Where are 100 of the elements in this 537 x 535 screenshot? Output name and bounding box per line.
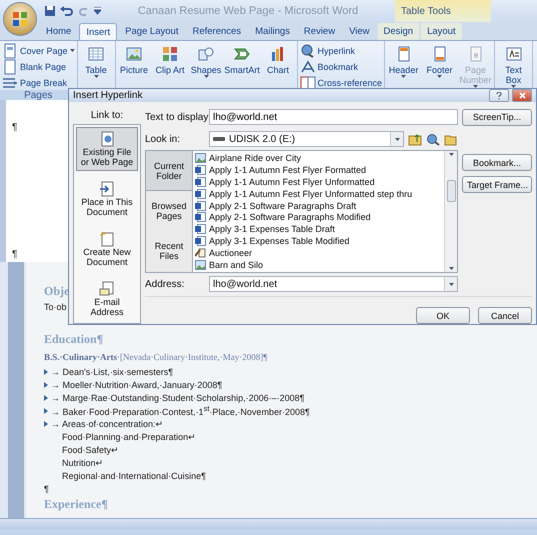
link-to-label: Link to:: [90, 109, 124, 121]
open-folder-icon[interactable]: [444, 132, 458, 146]
ribbon-tab[interactable]: View: [343, 23, 376, 40]
document-text: Nutrition↵: [62, 458, 104, 468]
ribbon-tab[interactable]: Home: [40, 23, 78, 40]
file-list-item[interactable]: Apply 3-1 Expenses Table Modified: [209, 236, 350, 246]
envelope-document-icon: [99, 281, 115, 297]
footer-page-icon: [432, 46, 448, 62]
save-icon[interactable]: [44, 5, 56, 17]
ribbon-tab[interactable]: Design: [378, 23, 420, 40]
file-list-item[interactable]: Apply 1-1 Autumn Fest Flyer Unformatted: [209, 176, 375, 187]
ribbon-button[interactable]: Page Break: [2, 75, 75, 90]
ok-button[interactable]: OK: [416, 307, 470, 324]
caret-icon: [394, 138, 400, 140]
cancel-button[interactable]: Cancel: [478, 307, 532, 324]
scroll-thumb[interactable]: [446, 180, 456, 202]
field-label: Look in:: [145, 134, 182, 144]
caret-icon: [448, 153, 454, 156]
cover-page-icon: [2, 42, 18, 58]
file-list-item[interactable]: Apply 3-1 Expenses Table Draft: [209, 224, 335, 234]
contextual-tab-label: Table Tools: [395, 0, 491, 22]
caret-icon: [437, 75, 442, 78]
help-icon: [496, 92, 502, 100]
link-type-button[interactable]: Place in This Document: [76, 177, 138, 221]
close-icon: [518, 92, 526, 99]
office-logo-icon: [12, 11, 28, 27]
ribbon-button[interactable]: Chart: [262, 43, 295, 99]
ribbon-button[interactable]: Hyperlink: [300, 43, 382, 58]
ribbon-button[interactable]: Clip Art: [154, 43, 187, 99]
document-text: → Moeller·Nutrition·Award,·January·2008¶: [51, 380, 222, 390]
customize-arrow-icon[interactable]: [94, 7, 101, 15]
image-file-icon: [195, 260, 206, 270]
dialog-button[interactable]: Target Frame...: [462, 176, 532, 193]
ribbon-tab[interactable]: Mailings: [249, 23, 296, 40]
bullet-icon: [44, 382, 48, 388]
bookmark-icon: [300, 58, 316, 74]
shapes-icon: [198, 46, 214, 62]
dialog-button[interactable]: Bookmark...: [462, 154, 532, 171]
close-button[interactable]: [512, 89, 532, 102]
bullet-icon: [44, 394, 48, 400]
file-list-item[interactable]: Auctioneer: [209, 248, 252, 258]
document-text: → Areas·of·concentration:↵: [51, 418, 164, 428]
ribbon-button[interactable]: Header: [387, 43, 420, 99]
file-list-item[interactable]: Apply 2-1 Software Paragraphs Draft: [209, 200, 356, 211]
document-text: Regional·and·International·Cuisine¶: [62, 470, 206, 480]
text-to-display-field[interactable]: lho@world.net: [209, 109, 458, 125]
web-search-icon[interactable]: [426, 132, 440, 146]
document-text: B.S.·Culinary·Arts·[Nevada·Culinary·Institute,·May·2008]¶: [44, 352, 268, 362]
ribbon-button[interactable]: Bookmark: [300, 59, 382, 74]
ribbon-tab[interactable]: Page Layout: [119, 23, 184, 40]
ribbon-tab[interactable]: Review: [298, 23, 342, 40]
ribbon-tab[interactable]: Insert: [79, 23, 118, 40]
file-list-item[interactable]: Airplane Ride over City: [209, 152, 302, 163]
ribbon-tab[interactable]: Layout: [421, 23, 462, 40]
paragraph-mark: ¶: [12, 122, 18, 133]
ribbon-button[interactable]: Text Box: [497, 43, 530, 99]
folder-view-button[interactable]: Current Folder: [146, 151, 192, 192]
document-text: Food·Planning·and·Preparation↵: [62, 432, 196, 442]
undo-icon[interactable]: [60, 5, 74, 17]
file-list-item[interactable]: Barn and Silo: [209, 260, 264, 270]
link-type-button[interactable]: E-mail Address: [76, 277, 138, 321]
file-list-item[interactable]: Apply 1-1 Autumn Fest Flyer Formatted: [209, 164, 366, 175]
document-text: ¶: [44, 484, 49, 494]
file-list-item[interactable]: Apply 2-1 Software Paragraphs Modified: [209, 212, 371, 222]
folder-view-button[interactable]: Recent Files: [146, 232, 192, 272]
globe-document-icon: [99, 131, 115, 147]
smartart-icon: [234, 46, 250, 62]
folder-up-icon[interactable]: [408, 132, 422, 146]
ribbon-button[interactable]: Footer: [423, 43, 456, 99]
ribbon-button[interactable]: SmartArt: [226, 43, 259, 99]
document-text: → Baker·Food·Preparation·Contest,·1$^{st}$·Place,·November·2008¶: [51, 404, 310, 417]
folder-view-button[interactable]: Browsed Pages: [146, 191, 192, 232]
office-button[interactable]: [3, 2, 37, 36]
link-type-button[interactable]: Existing File or Web Page: [76, 127, 138, 171]
document-text: → Marge·Rae·Outstanding·Student·Scholarship,·2006·–·2008¶: [51, 392, 304, 402]
picture-icon: [126, 46, 142, 62]
link-type-button[interactable]: Create New Document: [76, 227, 138, 271]
section-heading: Experience¶: [44, 496, 108, 512]
address-field[interactable]: lho@world.net: [209, 276, 458, 292]
bullet-icon: [44, 420, 48, 426]
document-text: → Dean's·List,·six·semesters¶: [51, 366, 174, 376]
drive-icon: [213, 136, 225, 142]
file-list-item[interactable]: Apply 1-1 Autumn Fest Flyer Unformatted step thru: [209, 188, 412, 199]
ribbon-button[interactable]: Blank Page: [2, 59, 75, 74]
window-title: Canaan Resume Web Page - Microsoft Word: [136, 5, 360, 17]
ribbon-button[interactable]: Shapes: [190, 43, 223, 99]
bullet-icon: [44, 408, 48, 414]
caret-icon: [70, 49, 75, 52]
section-heading: Education¶: [44, 332, 104, 346]
vertical-scrollbar[interactable]: [444, 151, 457, 272]
paragraph-mark: ¶: [12, 249, 18, 260]
screentip-button[interactable]: ScreenTip...: [462, 108, 532, 126]
horizontal-scrollbar[interactable]: [0, 518, 537, 529]
look-in-dropdown[interactable]: UDISK 2.0 (E:): [209, 131, 404, 147]
bullet-icon: [44, 368, 48, 374]
caret-icon: [401, 75, 406, 78]
ribbon-tab[interactable]: References: [186, 23, 248, 40]
help-button[interactable]: [489, 89, 509, 102]
ribbon-button[interactable]: Cover Page: [2, 43, 75, 58]
page-number-icon: [468, 46, 484, 62]
